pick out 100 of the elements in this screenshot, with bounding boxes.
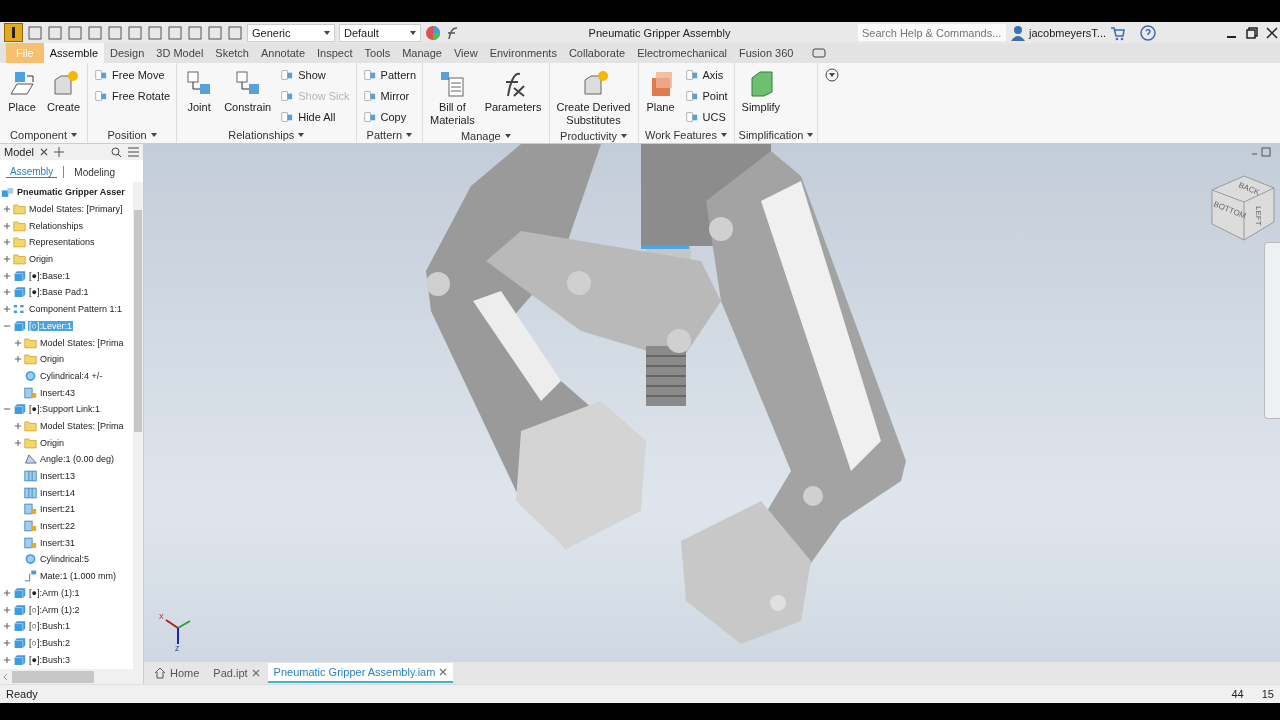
user-name[interactable]: jacobmeyersT... [1028,26,1106,39]
tree-item[interactable]: [○]:Bush:1 [28,621,71,632]
search-icon[interactable] [111,146,122,158]
ribbon-button[interactable]: Joint [181,66,218,127]
tree-item[interactable]: Pneumatic Gripper Asser [16,187,126,198]
ribbon-button[interactable]: Constrain [221,66,275,127]
search-field[interactable]: Search Help & Commands... [857,24,1006,41]
tree-item[interactable]: [●]:Bush:3 [28,654,71,665]
ribbon-button[interactable]: Plane [642,66,679,127]
tree-item[interactable]: Cylindrical:5 [39,554,91,565]
expand-icon[interactable] [3,638,11,647]
dropdown[interactable]: Default [339,23,421,42]
ribbon-tab[interactable]: Inspect [311,43,359,63]
tree-item[interactable]: Relationships [28,220,85,231]
close-icon[interactable] [1264,24,1280,41]
ribbon-tab[interactable]: Environments [483,43,563,63]
add-icon[interactable] [53,147,64,157]
ribbon-tab[interactable]: Collaborate [562,43,632,63]
menu-icon[interactable] [128,147,139,157]
ribbon-tab[interactable]: Design [104,43,151,63]
ribbon-tab[interactable]: Assemble [43,43,105,63]
expand-icon[interactable] [14,338,22,347]
tree-item[interactable]: Insert:43 [39,387,77,398]
more-options-icon[interactable] [824,67,841,83]
document-tab[interactable]: Pad.ipt [207,663,266,683]
tree-item[interactable]: Mate:1 (1.000 mm) [39,571,118,582]
tree-item[interactable]: [●]:Base Pad:1 [28,287,90,298]
tree-item[interactable]: Origin [39,354,65,365]
tree-item[interactable]: Insert:22 [39,521,77,532]
ribbon-tab[interactable]: Manage [396,43,448,63]
ribbon-tab[interactable]: Fusion 360 [733,43,800,63]
expand-icon[interactable] [14,355,22,364]
ribbon-button[interactable]: Mirror [360,87,419,105]
expand-icon[interactable] [3,238,11,247]
expand-icon[interactable] [3,605,11,614]
ribbon-button[interactable]: Free Rotate [92,87,173,105]
tree-item[interactable]: [○]:Bush:2 [28,637,71,648]
ribbon-tab[interactable]: Annotate [255,43,312,63]
expand-icon[interactable] [3,622,11,631]
expand-icon[interactable] [3,255,11,264]
ribbon-button[interactable]: Parameters [481,66,545,129]
ribbon-button[interactable]: UCS [682,108,730,126]
browser-tab[interactable]: Assembly [6,166,58,178]
tree-item[interactable]: [○]:Arm (1):2 [28,604,81,615]
group-label[interactable]: Position [107,129,147,141]
ribbon-tab[interactable]: Electromechanical [631,43,734,63]
close-icon[interactable] [39,148,48,156]
ribbon-button[interactable]: Point [682,87,730,105]
ribbon-tab[interactable]: Sketch [209,43,255,63]
expand-icon[interactable] [3,221,11,230]
document-tab[interactable]: Home [148,663,206,683]
ribbon-button[interactable]: Place [4,66,40,127]
expand-icon[interactable] [3,588,11,597]
tree-item[interactable]: [●]:Base:1 [28,270,71,281]
expand-icon[interactable] [14,421,22,430]
ribbon-button[interactable]: Bill of Materials [427,66,478,129]
tree-item[interactable]: Insert:31 [39,537,77,548]
tree-item[interactable]: Insert:21 [39,504,77,515]
tree-item[interactable]: Angle:1 (0.00 deg) [39,454,116,465]
document-tab[interactable]: Pneumatic Gripper Assembly.iam [267,663,454,683]
expand-icon[interactable] [3,305,11,314]
ribbon-button[interactable]: Copy [360,108,419,126]
ribbon-button[interactable]: Simplify [738,66,784,127]
group-label[interactable]: Relationships [228,129,295,141]
group-label[interactable]: Manage [460,130,501,142]
tree-item[interactable]: Origin [28,254,54,265]
tree-item[interactable]: Cylindrical:4 +/- [39,370,104,381]
group-label[interactable]: Productivity [560,130,617,142]
tree-item[interactable]: Insert:14 [39,487,77,498]
ribbon-button[interactable]: Pattern [360,66,419,84]
expand-icon[interactable] [3,205,11,214]
browser-tab[interactable]: Modeling [70,166,119,178]
tree-item[interactable]: Representations [28,237,96,248]
panel-toggle-icon[interactable] [811,45,828,61]
tree-item[interactable]: [●]:Support Link:1 [28,404,101,415]
tree-item[interactable]: Model States: [Primary] [28,204,124,215]
app-logo[interactable] [4,23,23,42]
group-label[interactable]: Simplification [738,129,804,141]
cart-icon[interactable] [1110,24,1126,41]
ribbon-button[interactable]: Hide All [278,108,352,126]
ribbon-tab[interactable]: Tools [358,43,397,63]
ribbon-button[interactable]: Show [278,66,352,84]
help-icon[interactable] [1140,24,1156,41]
scroll-left-icon[interactable] [3,672,8,681]
expand-icon[interactable] [3,655,11,664]
expand-icon[interactable] [3,288,11,297]
tree-item[interactable]: [●]:Arm (1):1 [28,587,81,598]
restore-icon[interactable] [1244,24,1260,41]
group-label[interactable]: Work Features [645,129,717,141]
expand-icon[interactable] [14,438,22,447]
panel-tab[interactable]: Model [4,146,34,158]
scrollbar-thumb[interactable] [134,210,142,432]
dropdown[interactable]: Generic [247,23,335,42]
ribbon-tab[interactable]: 3D Model [150,43,210,63]
color-wheel-icon[interactable] [425,24,441,41]
tree-item[interactable]: Origin [39,437,65,448]
ribbon-button[interactable]: Create [44,66,84,127]
tree-item[interactable]: Component Pattern 1:1 [28,304,124,315]
expand-icon[interactable] [3,271,11,280]
ribbon-tab[interactable]: View [447,43,484,63]
